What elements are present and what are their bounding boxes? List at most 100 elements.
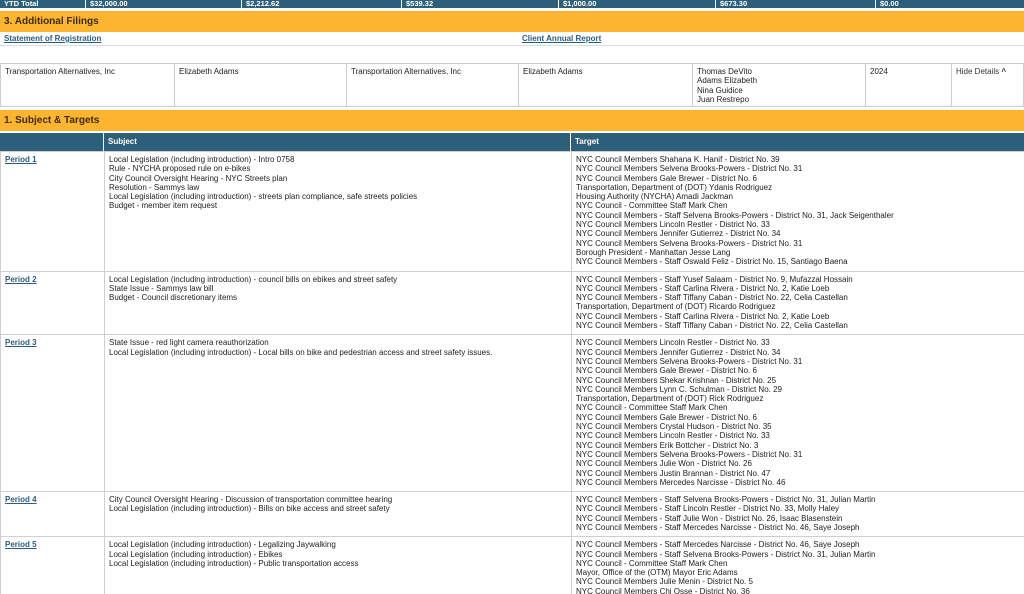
period-row: Period 2 Local Legislation (including int… [0,270,1024,336]
subject-line: Local Legislation (including introductio… [109,504,390,514]
ytd-value-3: $539.32 [402,0,559,8]
subject-line: Budget - Council discretionary items [109,293,238,303]
subject-line: Budget - member item request [109,201,218,211]
target-cell: NYC Council Members - Staff Yusef Salaam… [571,270,1024,336]
target-line: NYC Council Members - Staff Julie Won - … [576,513,843,523]
section-subject-targets: 1. Subject & Targets [0,110,1024,131]
target-line: NYC Council Members - Staff Carlina Rive… [576,283,830,293]
ytd-value-5: $673.30 [716,0,876,8]
header-period-blank [0,133,104,151]
target-line: NYC Council Members Julie Won - District… [576,459,752,469]
hide-details-cell: Hide Details ^ [952,64,1023,106]
subject-line: Local Legislation (including introductio… [109,192,418,202]
target-line: NYC Council Members Selvena Brooks-Power… [576,164,803,174]
target-line: NYC Council Members Shekar Krishnan - Di… [576,375,777,385]
ytd-label: YTD Total [0,0,86,8]
periods-table: Period 1 Local Legislation (including int… [0,151,1024,594]
targets-table-header: Subject Target [0,133,1024,151]
target-line: NYC Council Members Selvena Brooks-Power… [576,356,803,366]
period-cell: Period 4 [0,491,105,538]
target-line: Borough President - Manhattan Jesse Lang [576,247,731,257]
target-line: NYC Council Members Shahana K. Hanif - D… [576,155,780,164]
target-cell: NYC Council Members - Staff Mercedes Nar… [571,536,1024,594]
target-line: Mayor, Office of the (OTM) Mayor Eric Ad… [576,568,738,578]
target-line: NYC Council Members Jennifer Gutierrez -… [576,229,781,239]
target-line: NYC Council - Committee Staff Mark Chen [576,403,728,413]
target-line: NYC Council Members Selvena Brooks-Power… [576,238,803,248]
target-line: NYC Council Members - Staff Mercedes Nar… [576,522,860,532]
period-link[interactable]: Period 2 [5,275,37,284]
target-line: NYC Council Members Lincoln Restler - Di… [576,431,770,441]
filings-link-cell-2: Client Annual Report [518,32,1024,45]
ytd-value-2: $2,212.62 [242,0,402,8]
target-line: NYC Council - Committee Staff Mark Chen [576,558,728,568]
ytd-total-row: YTD Total $32,000.00 $2,212.62 $539.32 $… [0,0,1024,8]
period-row: Period 1 Local Legislation (including int… [0,151,1024,272]
period-row: Period 3 State Issue - red light camera r… [0,334,1024,493]
ytd-value-4: $1,000.00 [559,0,716,8]
subject-line: City Council Oversight Hearing - Discuss… [109,495,393,505]
target-line: NYC Council Members Selvena Brooks-Power… [576,449,803,459]
subject-line: Local Legislation (including introductio… [109,540,336,550]
period-row: Period 5 Local Legislation (including int… [0,536,1024,594]
filing-person: Nina Guidice [697,85,743,95]
filings-link-cell-1: Statement of Registration [0,32,518,45]
filing-person: Thomas DeVito [697,67,752,76]
filing-person: Juan Restrepo [697,94,750,104]
period-cell: Period 5 [0,536,105,594]
period-cell: Period 2 [0,270,105,336]
target-line: NYC Council Members Gale Brewer - Distri… [576,366,757,376]
subject-line: Resolution - Sammys law [109,182,200,192]
period-link[interactable]: Period 4 [5,495,37,504]
period-cell: Period 1 [0,151,105,272]
hide-details-button[interactable]: Hide Details ^ [956,67,1006,76]
target-line: NYC Council Members Mercedes Narcisse - … [576,477,786,487]
statement-of-registration-link[interactable]: Statement of Registration [4,34,101,43]
filing-client-contact: Elizabeth Adams [519,64,693,106]
target-line: Transportation, Department of (DOT) Rick… [576,394,764,404]
subject-cell: Local Legislation (including introductio… [104,536,572,594]
filing-info-row: Transportation Alternatives, Inc Elizabe… [0,63,1024,107]
target-line: NYC Council Members - Staff Tiffany Caba… [576,321,848,331]
subject-line: Local Legislation (including introductio… [109,274,398,284]
subject-line: Local Legislation (including introductio… [109,155,295,164]
filing-lobbyist: Transportation Alternatives, Inc [1,64,175,106]
period-link[interactable]: Period 3 [5,338,37,347]
filing-person: Adams Elizabeth [697,76,758,86]
target-line: NYC Council Members Gale Brewer - Distri… [576,173,757,183]
target-line: NYC Council Members - Staff Selvena Broo… [576,210,894,220]
target-line: NYC Council Members Crystal Hudson - Dis… [576,422,772,432]
target-line: NYC Council Members - Staff Lincoln Rest… [576,504,840,514]
client-annual-report-link[interactable]: Client Annual Report [522,34,601,43]
target-line: NYC Council Members - Staff Oswald Feliz… [576,257,848,267]
period-link[interactable]: Period 5 [5,540,37,549]
target-line: Transportation, Department of (DOT) Rica… [576,302,776,312]
subject-line: State Issue - red light camera reauthori… [109,338,269,348]
period-cell: Period 3 [0,334,105,493]
target-line: Housing Authority (NYCHA) Amadi Jackman [576,192,733,202]
subject-line: Local Legislation (including introductio… [109,549,283,559]
target-line: NYC Council Members Erik Bottcher - Dist… [576,440,759,450]
subject-line: Local Legislation (including introductio… [109,347,493,357]
target-line: NYC Council Members - Staff Selvena Broo… [576,549,876,559]
subject-line: Rule - NYCHA proposed rule on e-bikes [109,164,251,174]
subject-line: Local Legislation (including introductio… [109,558,359,568]
target-line: NYC Council Members Justin Brannan - Dis… [576,468,771,478]
period-link[interactable]: Period 1 [5,155,37,164]
target-line: NYC Council Members Julie Menin - Distri… [576,577,753,587]
target-line: NYC Council Members Lincoln Restler - Di… [576,220,770,230]
ytd-value-6: $0.00 [880,0,899,8]
target-cell: NYC Council Members - Staff Selvena Broo… [571,491,1024,538]
chevron-up-icon: ^ [1001,67,1007,76]
ytd-value-1: $32,000.00 [86,0,242,8]
target-line: NYC Council Members - Staff Selvena Broo… [576,495,876,505]
subject-line: City Council Oversight Hearing - NYC Str… [109,173,288,183]
target-cell: NYC Council Members Lincoln Restler - Di… [571,334,1024,493]
period-row: Period 4 City Council Oversight Hearing -… [0,491,1024,538]
hide-details-label: Hide Details [956,67,1000,76]
subject-cell: City Council Oversight Hearing - Discuss… [104,491,572,538]
subject-cell: Local Legislation (including introductio… [104,151,572,272]
target-line: NYC Council Members Lynn C. Schulman - D… [576,384,782,394]
filings-links-row: Statement of Registration Client Annual … [0,32,1024,46]
target-line: NYC Council Members Lincoln Restler - Di… [576,338,770,348]
